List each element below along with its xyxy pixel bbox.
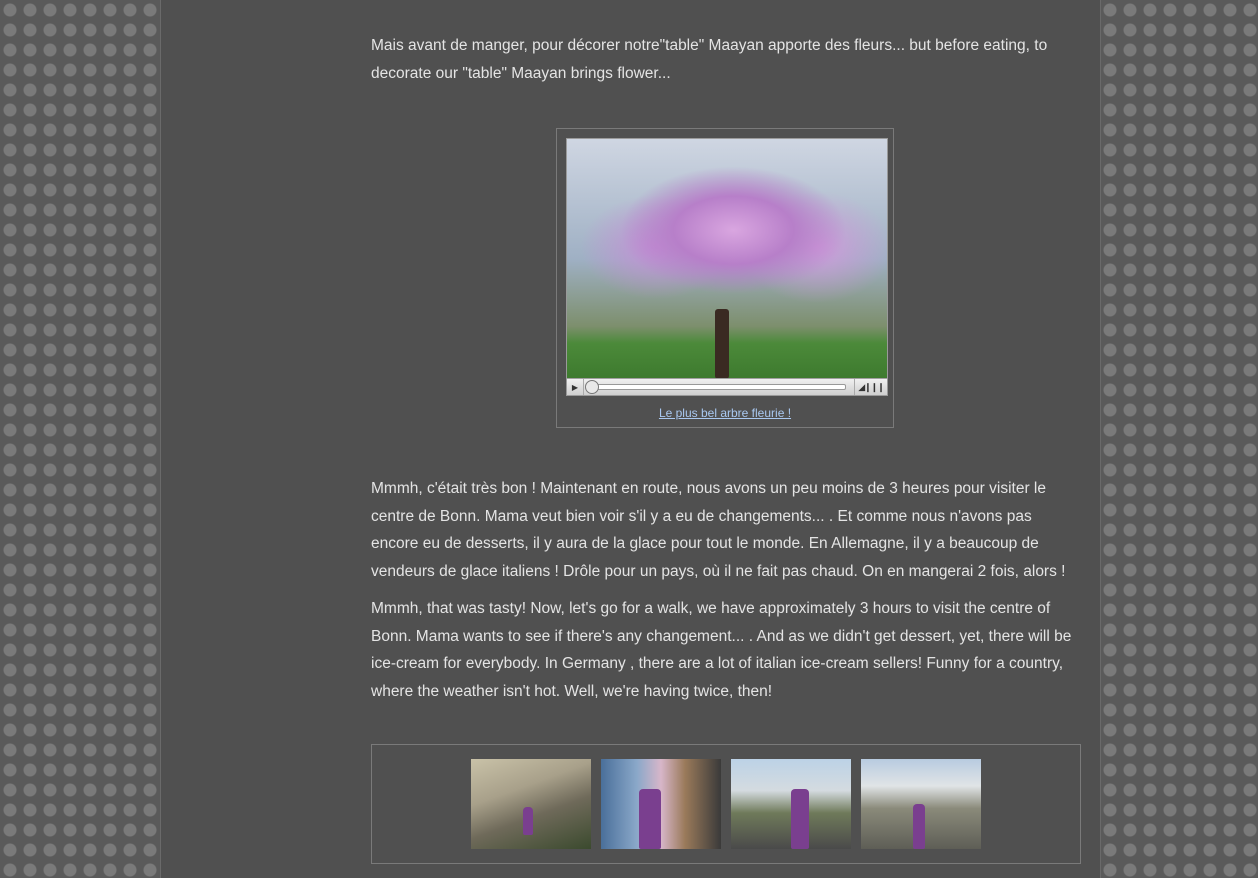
video-thumbnail[interactable] [567,139,887,379]
person-figure [639,789,661,849]
video-caption-link[interactable]: Le plus bel arbre fleurie ! [557,406,893,420]
gallery-thumb[interactable] [601,759,721,849]
volume-icon[interactable]: ◢❙❙❙ [854,379,887,395]
person-figure [791,789,809,849]
person-figure [913,804,925,849]
play-icon[interactable]: ▶ [567,379,584,395]
seek-knob[interactable] [585,380,599,394]
video-box: ▶ ◢❙❙❙ Le plus bel arbre fleurie ! [556,128,894,428]
english-paragraph: Mmmh, that was tasty! Now, let's go for … [371,600,1072,700]
photo-gallery [371,744,1081,864]
seek-bar[interactable] [585,380,846,394]
content-area: Mais avant de manger, pour décorer notre… [371,32,1083,700]
gallery-thumb[interactable] [731,759,851,849]
french-paragraph: Mmmh, c'était très bon ! Maintenant en r… [371,480,1066,580]
intro-paragraph: Mais avant de manger, pour décorer notre… [371,37,1048,82]
page-column: Mais avant de manger, pour décorer notre… [160,0,1101,878]
gallery-thumb[interactable] [861,759,981,849]
gallery-thumb[interactable] [471,759,591,849]
person-figure [523,807,533,835]
video-player[interactable]: ▶ ◢❙❙❙ [566,138,888,396]
text-block: Mmmh, c'était très bon ! Maintenant en r… [371,475,1083,715]
video-controls: ▶ ◢❙❙❙ [567,378,887,395]
tree-trunk [715,309,729,379]
